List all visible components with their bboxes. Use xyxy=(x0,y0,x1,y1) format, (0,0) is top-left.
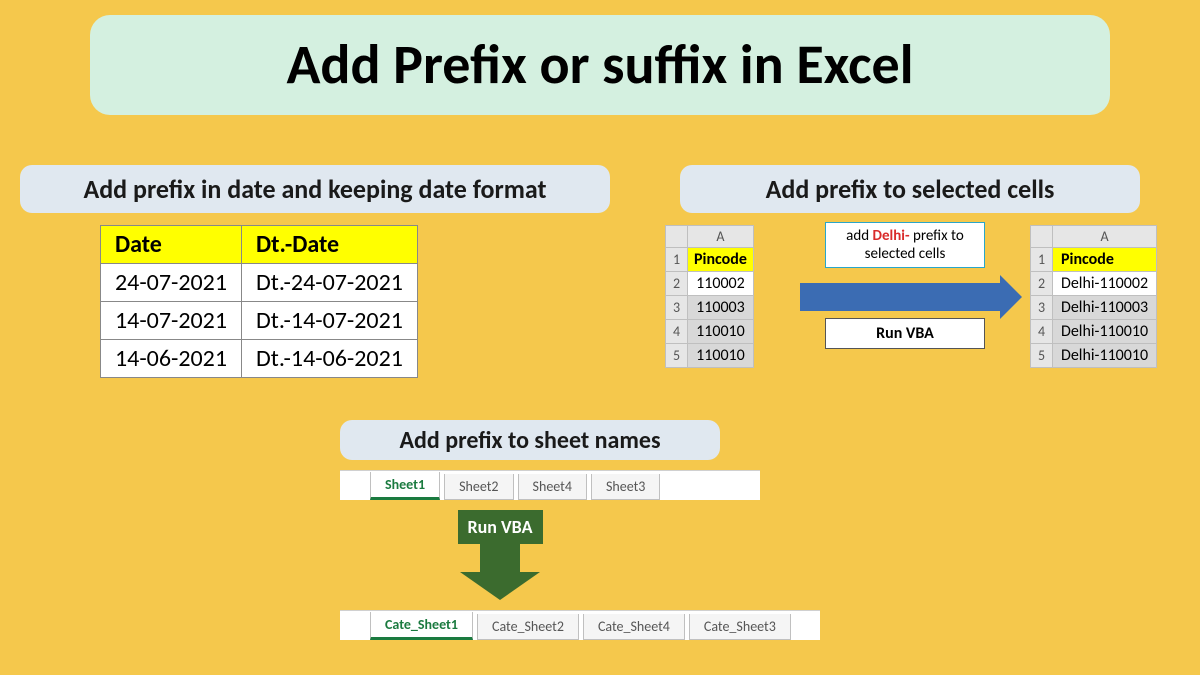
sheet-tabs-before: Sheet1 Sheet2 Sheet4 Sheet3 xyxy=(340,470,760,500)
pincode-grid-before: A 1Pincode 2110002 3110003 4110010 51100… xyxy=(665,225,754,368)
row-header: 3 xyxy=(1031,296,1053,320)
cell: 110010 xyxy=(688,344,754,368)
table-row: 14-07-2021 Dt.-14-07-2021 xyxy=(101,302,418,340)
cell: Dt.-14-07-2021 xyxy=(242,302,418,340)
row-header: 5 xyxy=(1031,344,1053,368)
table-row: 24-07-2021 Dt.-24-07-2021 xyxy=(101,264,418,302)
arrow-shaft xyxy=(480,544,520,572)
cell: Delhi-110010 xyxy=(1053,344,1157,368)
col-header: A xyxy=(688,226,754,248)
section1-banner: Add prefix in date and keeping date form… xyxy=(20,165,610,213)
cell: 110010 xyxy=(688,320,754,344)
sheet-tab[interactable]: Cate_Sheet4 xyxy=(583,614,685,640)
table-row: 14-06-2021 Dt.-14-06-2021 xyxy=(101,340,418,378)
sheet-tab[interactable]: Sheet1 xyxy=(370,472,440,500)
sheet-tab[interactable]: Sheet4 xyxy=(518,474,587,500)
cell: Dt.-24-07-2021 xyxy=(242,264,418,302)
row-header: 3 xyxy=(666,296,688,320)
cell-header: Pincode xyxy=(1053,248,1157,272)
arrow-down-icon xyxy=(460,572,540,600)
row-header: 2 xyxy=(1031,272,1053,296)
row-header: 4 xyxy=(1031,320,1053,344)
date-table-header-date: Date xyxy=(101,226,242,264)
row-header: 1 xyxy=(666,248,688,272)
date-table-header-dtdate: Dt.-Date xyxy=(242,226,418,264)
sheet-tab[interactable]: Cate_Sheet2 xyxy=(477,614,579,640)
section3-banner: Add prefix to sheet names xyxy=(340,420,720,460)
callout-prefix: Delhi- xyxy=(873,227,910,245)
prefix-callout: add Delhi- prefix to selected cells xyxy=(825,222,985,268)
run-vba-arrow-label: Run VBA xyxy=(458,510,543,544)
cell: 110002 xyxy=(688,272,754,296)
cell: Delhi-110003 xyxy=(1053,296,1157,320)
sheet-tab[interactable]: Sheet3 xyxy=(591,474,660,500)
corner-cell xyxy=(666,226,688,248)
row-header: 4 xyxy=(666,320,688,344)
arrow-right-icon xyxy=(800,283,1000,311)
sheet-tab[interactable]: Sheet2 xyxy=(444,474,513,500)
cell-header: Pincode xyxy=(688,248,754,272)
sheet-tab[interactable]: Cate_Sheet1 xyxy=(370,612,473,640)
row-header: 2 xyxy=(666,272,688,296)
cell: Delhi-110002 xyxy=(1053,272,1157,296)
run-vba-label: Run VBA xyxy=(825,318,985,349)
cell: 24-07-2021 xyxy=(101,264,242,302)
section2-banner: Add prefix to selected cells xyxy=(680,165,1140,213)
corner-cell xyxy=(1031,226,1053,248)
sheet-tab[interactable]: Cate_Sheet3 xyxy=(689,614,791,640)
col-header: A xyxy=(1053,226,1157,248)
run-vba-arrow: Run VBA xyxy=(440,510,560,600)
callout-text-before: add xyxy=(846,227,872,245)
sheet-tabs-after: Cate_Sheet1 Cate_Sheet2 Cate_Sheet4 Cate… xyxy=(340,610,820,640)
cell: 14-07-2021 xyxy=(101,302,242,340)
row-header: 5 xyxy=(666,344,688,368)
cell: Dt.-14-06-2021 xyxy=(242,340,418,378)
date-table: Date Dt.-Date 24-07-2021 Dt.-24-07-2021 … xyxy=(100,225,418,378)
pincode-grid-after: A 1Pincode 2Delhi-110002 3Delhi-110003 4… xyxy=(1030,225,1157,368)
row-header: 1 xyxy=(1031,248,1053,272)
cell: 110003 xyxy=(688,296,754,320)
cell: Delhi-110010 xyxy=(1053,320,1157,344)
page-title: Add Prefix or suffix in Excel xyxy=(90,15,1110,115)
cell: 14-06-2021 xyxy=(101,340,242,378)
